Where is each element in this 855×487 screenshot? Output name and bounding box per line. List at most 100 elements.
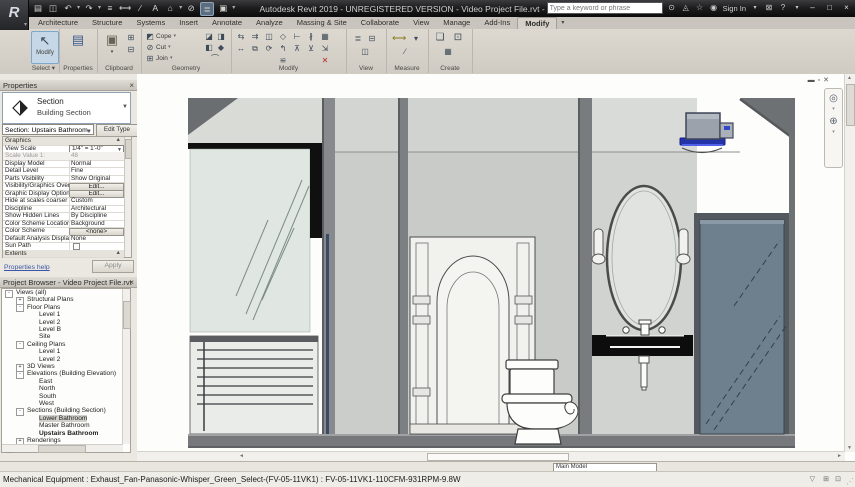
offset-icon[interactable]: ⇉ xyxy=(249,31,261,42)
sign-in-dropdown-icon[interactable]: ▾ xyxy=(750,2,760,14)
communication-center-icon[interactable]: ◬ xyxy=(681,2,691,14)
copy-to-clipboard-icon[interactable]: ⊞ xyxy=(125,32,137,43)
louver-panel[interactable] xyxy=(189,335,319,435)
create-assembly-icon[interactable]: ⊡ xyxy=(452,32,464,43)
rotate-icon[interactable]: ⟳ xyxy=(263,43,275,54)
split-face-icon[interactable]: ◧ xyxy=(203,42,215,53)
scale-icon[interactable]: ⇲ xyxy=(319,43,331,54)
undo-icon[interactable]: ↶ xyxy=(62,2,74,14)
tree-item-3d-views[interactable]: +3D Views xyxy=(2,363,122,372)
tree-item-ceiling-plans[interactable]: - Ceiling Plans xyxy=(2,341,122,350)
tree-item-ceiling-level-2[interactable]: Level 2 xyxy=(2,356,122,363)
undo-dropdown-icon[interactable]: ▾ xyxy=(77,2,80,16)
create-group-icon[interactable]: ▦ xyxy=(442,46,454,57)
tree-item-master-bathroom[interactable]: Master Bathroom xyxy=(2,422,122,429)
modify-tool-button[interactable]: ↖ Modify xyxy=(31,31,59,64)
group-header-extents[interactable]: Extents ▲ xyxy=(3,249,124,258)
wall-section-2[interactable] xyxy=(398,98,408,434)
tree-item-upstairs-bathroom[interactable]: Upstairs Bathroom xyxy=(2,430,122,437)
measure-icon[interactable]: ⟷ xyxy=(119,2,131,14)
tree-item-lower-bathroom[interactable]: Lower Bathroom xyxy=(2,414,122,423)
cut-to-clipboard-icon[interactable]: ⊟ xyxy=(125,44,137,55)
sign-in-button[interactable]: Sign In xyxy=(723,4,746,13)
zoom-icon[interactable]: ⊕ xyxy=(825,116,842,127)
tab-view[interactable]: View xyxy=(406,17,436,29)
minimize-button[interactable]: – xyxy=(806,2,819,14)
drawing-area[interactable]: ▬ ▫ ✕ ◎ ▾ ⊕ ▾ ▲ ▼ ◄ ► xyxy=(137,74,855,461)
tree-item-ceiling-level-1[interactable]: Level 1 xyxy=(2,348,122,355)
tree-item-north[interactable]: North xyxy=(2,385,122,392)
search-input[interactable] xyxy=(546,2,663,14)
chevron-down-icon[interactable]: ▾ xyxy=(825,106,842,112)
cut-button[interactable]: ⊘ Cut ▾ xyxy=(144,42,171,52)
paint-icon[interactable]: ◆ xyxy=(215,42,227,53)
properties-palette-header[interactable]: Properties × xyxy=(0,80,137,91)
hide-elements-icon[interactable]: ⊟ xyxy=(366,33,378,44)
favorites-star-icon[interactable]: ☆ xyxy=(695,2,705,14)
default-3d-view-icon[interactable]: ⌂ xyxy=(164,2,176,14)
align-icon[interactable]: ⇆ xyxy=(235,31,247,42)
search-icon[interactable]: ⊙ xyxy=(667,2,677,14)
view-thin-lines-icon[interactable]: ≣ xyxy=(352,33,364,44)
browser-hscrollbar[interactable] xyxy=(2,444,123,453)
close-inactive-windows-icon[interactable]: ▣ xyxy=(217,2,229,14)
type-selector[interactable]: Section Building Section ▼ xyxy=(2,92,131,124)
tree-item-level-2[interactable]: Level 2 xyxy=(2,319,122,326)
properties-toggle-button[interactable]: ▤ xyxy=(65,31,91,62)
move-icon[interactable]: ↔ xyxy=(235,43,247,54)
pin-icon[interactable]: ⊼ xyxy=(291,43,303,54)
mirror-pick-icon[interactable]: ◇ xyxy=(277,31,289,42)
floor-slab[interactable] xyxy=(188,434,795,448)
select-toggle-icon[interactable]: ⊞ xyxy=(823,475,829,483)
split-element-icon[interactable]: ∦ xyxy=(305,31,317,42)
tab-collaborate[interactable]: Collaborate xyxy=(354,17,406,29)
browser-vscrollbar[interactable] xyxy=(122,289,131,444)
trim-icon[interactable]: ↰ xyxy=(277,43,289,54)
tab-annotate[interactable]: Annotate xyxy=(205,17,249,29)
view-close-icon[interactable]: ✕ xyxy=(823,76,829,85)
close-icon[interactable]: × xyxy=(129,277,134,288)
canvas-vscrollbar[interactable]: ▲ ▼ xyxy=(844,74,855,452)
customize-qat-icon[interactable]: ▾ xyxy=(232,2,235,16)
chevron-down-icon[interactable]: ▼ xyxy=(122,104,128,110)
tree-item-level-b[interactable]: Level B xyxy=(2,326,122,333)
ribbon-state-dropdown-icon[interactable]: ▾ xyxy=(557,17,568,29)
wall-section-1[interactable] xyxy=(322,98,335,434)
user-icon[interactable]: ◉ xyxy=(709,2,719,14)
extend-icon[interactable]: ⊢ xyxy=(291,31,303,42)
scroll-down-icon[interactable]: ▼ xyxy=(845,445,854,451)
tree-item-views-all[interactable]: - Views (all) xyxy=(2,289,122,298)
tab-manage[interactable]: Manage xyxy=(436,17,477,29)
print-icon[interactable]: ≡ xyxy=(104,2,116,14)
bathroom-door[interactable] xyxy=(694,213,790,435)
tree-item-west[interactable]: West xyxy=(2,400,122,407)
join-button[interactable]: ⊞ Join ▾ xyxy=(144,53,173,63)
redo-dropdown-icon[interactable]: ▾ xyxy=(98,2,101,16)
tree-item-site[interactable]: Site xyxy=(2,333,122,340)
tree-item-sections[interactable]: - Sections (Building Section) xyxy=(2,407,122,416)
instance-combo[interactable]: Section: Upstairs Bathroom ▼ xyxy=(2,124,94,135)
view-restore-icon[interactable]: ▫ xyxy=(818,76,820,85)
scroll-up-icon[interactable]: ▲ xyxy=(845,75,854,81)
tree-item-east[interactable]: East xyxy=(2,378,122,385)
wall-sconce-left[interactable] xyxy=(591,228,606,265)
dimension-icon[interactable]: ∕ xyxy=(399,46,411,57)
tab-architecture[interactable]: Architecture xyxy=(31,17,85,29)
wall-joins-icon[interactable]: ◪ xyxy=(203,31,215,42)
copy-icon[interactable]: ⧉ xyxy=(249,43,261,54)
view-minimize-icon[interactable]: ▬ xyxy=(808,76,815,85)
middle-room-wall[interactable] xyxy=(335,98,398,434)
application-menu-button[interactable]: R ▾ xyxy=(0,0,29,30)
scroll-left-icon[interactable]: ◄ xyxy=(237,452,246,460)
wall-sconce-right[interactable] xyxy=(676,228,691,265)
help-dropdown-icon[interactable]: ▾ xyxy=(792,2,802,14)
collapse-group-icon[interactable]: ▲ xyxy=(116,250,121,258)
thin-lines-icon[interactable]: ≣ xyxy=(200,2,215,16)
properties-scrollbar[interactable] xyxy=(124,137,132,257)
switch-windows-icon[interactable]: ◫ xyxy=(359,46,371,57)
filter-icon[interactable]: ▽ xyxy=(810,475,815,483)
mirror-axis-icon[interactable]: ◫ xyxy=(263,31,275,42)
tree-item-level-1[interactable]: Level 1 xyxy=(2,311,122,318)
create-parts-icon[interactable]: ❏ xyxy=(434,32,446,43)
close-button[interactable]: × xyxy=(840,2,853,14)
